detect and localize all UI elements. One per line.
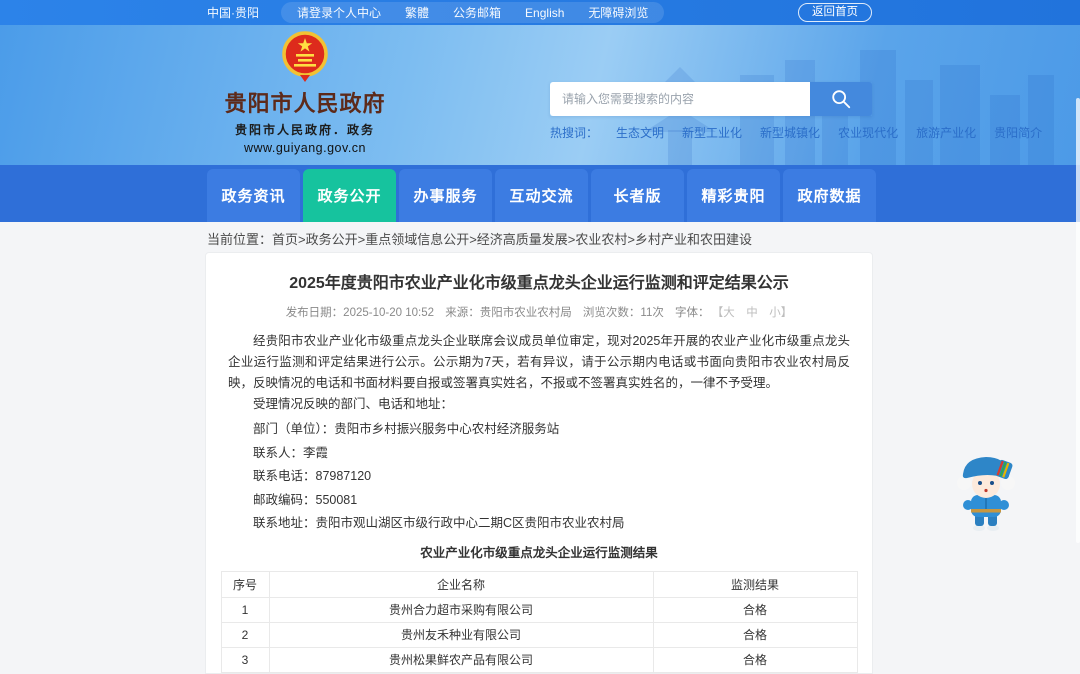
nav-tab-services[interactable]: 办事服务	[399, 169, 492, 222]
company-name: 贵州松果鲜农产品有限公司	[268, 646, 654, 673]
article-card: 2025年度贵阳市农业产业化市级重点龙头企业运行监测和评定结果公示 发布日期：2…	[205, 252, 873, 674]
nav-tab-interaction[interactable]: 互动交流	[495, 169, 588, 222]
nav-tab-gov-data[interactable]: 政府数据	[783, 169, 876, 222]
monitor-result: 合格	[652, 646, 858, 673]
table-row: 1 贵州合力超市采购有限公司 合格	[220, 596, 858, 623]
article-meta: 发布日期：2025-10-20 10:52 来源：贵阳市农业农村局 浏览次数：1…	[206, 304, 872, 320]
search-icon	[832, 90, 851, 109]
hot-word-item[interactable]: 新型城镇化	[760, 124, 820, 141]
search-button[interactable]	[810, 82, 872, 116]
contact-person: 联系人：李霞	[253, 445, 329, 460]
site-title: 贵阳市人民政府	[224, 91, 386, 116]
site-banner: 贵阳市人民政府 贵阳市人民政府．政务 www.guiyang.gov.cn 热搜…	[0, 25, 1080, 165]
font-size-label: 字体：	[675, 307, 710, 319]
hot-word-item[interactable]: 农业现代化	[838, 124, 898, 141]
table-row: 2 贵州友禾种业有限公司 合格	[220, 621, 858, 648]
topbar-item-china-guiyang[interactable]: 中国·贵阳	[207, 4, 259, 21]
hot-word-item[interactable]: 生态文明	[616, 124, 664, 141]
breadcrumb-label: 当前位置：	[207, 232, 273, 247]
contact-address: 联系地址：贵阳市观山湖区市级行政中心二期C区贵阳市农业农村局	[253, 516, 625, 530]
article-paragraph: 经贵阳市农业产业化市级重点龙头企业联席会议成员单位审定，现对2025年开展的农业…	[228, 334, 850, 390]
monitor-result: 合格	[652, 621, 858, 648]
article-title: 2025年度贵阳市农业产业化市级重点龙头企业运行监测和评定结果公示	[289, 275, 789, 292]
result-table-title: 农业产业化市级重点龙头企业运行监测结果	[420, 545, 658, 560]
topbar-item-official-mail[interactable]: 公务邮箱	[453, 4, 501, 21]
monitor-result: 合格	[652, 596, 858, 623]
nav-tab-elder-version[interactable]: 长者版	[591, 169, 684, 222]
monitoring-result-table: 序号 企业名称 监测结果 1 贵州合力超市采购有限公司 合格 2 贵州友禾种业有…	[220, 570, 858, 673]
hot-search-row: 热搜词： 生态文明 新型工业化 新型城镇化 农业现代化 旅游产业化 贵阳简介	[550, 124, 1042, 141]
hot-word-item[interactable]: 贵阳简介	[994, 124, 1042, 141]
mascot-widget[interactable]	[955, 452, 1017, 532]
site-url: www.guiyang.gov.cn	[243, 141, 367, 155]
breadcrumb-path[interactable]: 首页>政务公开>重点领域信息公开>经济高质量发展>农业农村>乡村产业和农田建设	[272, 232, 752, 247]
company-name: 贵州合力超市采购有限公司	[268, 596, 654, 623]
col-header-company: 企业名称	[268, 570, 654, 598]
topbar-item-accessibility[interactable]: 无障碍浏览	[588, 4, 648, 21]
site-logo-block[interactable]: 贵阳市人民政府 贵阳市人民政府．政务 www.guiyang.gov.cn	[215, 30, 395, 155]
article-body: 经贵阳市农业产业化市级重点龙头企业联席会议成员单位审定，现对2025年开展的农业…	[228, 331, 850, 564]
company-name: 贵州友禾种业有限公司	[268, 621, 654, 648]
contact-postcode: 邮政编码：550081	[253, 492, 358, 507]
scrollbar[interactable]	[1076, 98, 1080, 543]
col-header-index: 序号	[220, 570, 270, 598]
row-index: 3	[220, 646, 270, 673]
topbar-item-login[interactable]: 请登录个人中心	[297, 4, 381, 21]
col-header-result: 监测结果	[652, 570, 858, 598]
row-index: 1	[220, 596, 270, 623]
article-paragraph: 受理情况反映的部门、电话和地址：	[253, 397, 454, 411]
font-size-options[interactable]: 【大 中 小】	[718, 307, 793, 319]
topbar-item-english[interactable]: English	[525, 6, 564, 20]
hot-word-item[interactable]: 旅游产业化	[916, 124, 976, 141]
topbar-item-traditional-chinese[interactable]: 繁體	[405, 4, 429, 21]
search-input[interactable]	[550, 82, 810, 116]
nav-tab-highlights[interactable]: 精彩贵阳	[687, 169, 780, 222]
nav-tab-news[interactable]: 政务资讯	[207, 169, 300, 222]
national-emblem-icon	[282, 31, 328, 82]
publish-date: 发布日期：2025-10-20 10:52	[285, 307, 434, 319]
breadcrumb: 当前位置：首页>政务公开>重点领域信息公开>经济高质量发展>农业农村>乡村产业和…	[207, 229, 752, 248]
topbar-links-group: 请登录个人中心 繁體 公务邮箱 English 无障碍浏览	[281, 2, 665, 23]
table-header-row: 序号 企业名称 监测结果	[220, 570, 858, 598]
row-index: 2	[220, 621, 270, 648]
table-row: 3 贵州松果鲜农产品有限公司 合格	[220, 646, 858, 673]
contact-phone: 联系电话：87987120	[253, 469, 372, 483]
site-subtitle: 贵阳市人民政府．政务	[234, 123, 375, 137]
hot-word-item[interactable]: 新型工业化	[682, 124, 742, 141]
nav-tab-disclosure[interactable]: 政务公开	[303, 169, 396, 222]
top-utility-bar: 中国·贵阳 请登录个人中心 繁體 公务邮箱 English 无障碍浏览 返回首页	[0, 0, 1080, 25]
view-count: 浏览次数：11次	[582, 307, 664, 319]
article-source: 来源：贵阳市农业农村局	[445, 307, 572, 319]
hot-search-label: 热搜词：	[550, 126, 599, 140]
return-home-button[interactable]: 返回首页	[798, 3, 872, 22]
main-navigation: 政务资讯 政务公开 办事服务 互动交流 长者版 精彩贵阳 政府数据	[0, 165, 1080, 222]
contact-department: 部门（单位）：贵阳市乡村振兴服务中心农村经济服务站	[253, 422, 560, 436]
